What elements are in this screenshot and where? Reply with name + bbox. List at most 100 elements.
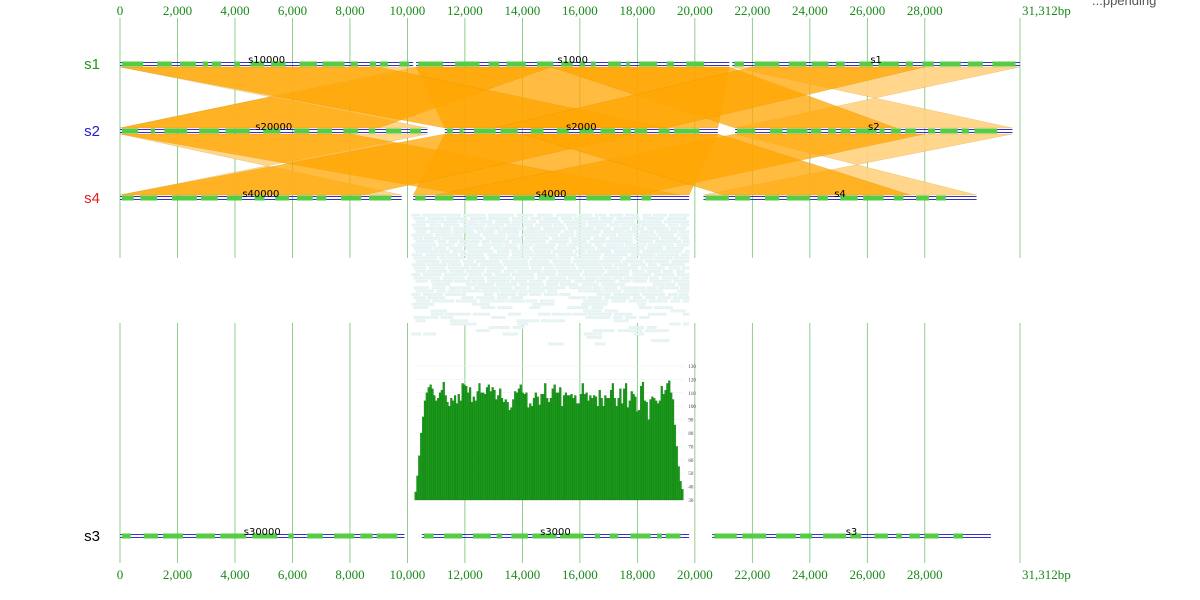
coverage-bar (455, 403, 459, 501)
read-segment (551, 312, 572, 316)
read-segment (436, 227, 451, 230)
gene-block (343, 128, 359, 134)
read-segment (625, 256, 638, 260)
read-segment (632, 269, 645, 273)
read-segment (578, 266, 603, 270)
read-segment (415, 230, 427, 234)
read-segment (426, 269, 448, 273)
gene-block (890, 128, 901, 134)
read-segment (613, 319, 629, 323)
read-segment (486, 269, 502, 273)
read-segment (582, 273, 603, 276)
contig-label: s20000 (255, 122, 292, 133)
coverage-bar (531, 406, 534, 501)
read-segment (530, 217, 542, 220)
axis-tick-label: 24,000 (792, 3, 828, 18)
gene-block (530, 128, 544, 134)
coverage-bar (544, 383, 547, 501)
gene-block (622, 128, 632, 134)
read-segment (486, 276, 513, 280)
coverage-bar (593, 395, 596, 501)
read-segment (679, 286, 690, 290)
coverage-bar (675, 446, 678, 501)
read-segment (430, 279, 453, 283)
read-segment (668, 293, 678, 296)
read-segment (614, 227, 630, 230)
coverage-bar (427, 387, 430, 501)
coverage-bar (591, 398, 594, 501)
coverage-bar (587, 400, 590, 501)
read-segment (521, 233, 547, 237)
gene-block (940, 128, 958, 134)
read-segment (653, 283, 665, 286)
read-segment (568, 286, 592, 290)
read-segment (415, 220, 438, 224)
axis-tick-label: 14,000 (505, 3, 541, 18)
read-segment (488, 217, 509, 220)
read-segment (653, 273, 675, 276)
read-segment (425, 253, 446, 257)
read-segment (473, 312, 491, 316)
axis-tick-label: 20,000 (677, 567, 713, 582)
read-segment (618, 246, 645, 250)
coverage-bar (538, 404, 541, 501)
read-segment (552, 250, 573, 253)
read-segment (578, 246, 595, 250)
gene-block (734, 61, 745, 67)
gene-block (961, 128, 969, 134)
read-segment (633, 296, 643, 300)
read-segment (599, 260, 621, 263)
read-segment (439, 250, 450, 253)
coverage-tick-label: 60 (688, 459, 694, 464)
read-segment (584, 269, 605, 273)
gene-block (811, 61, 829, 67)
read-segment (618, 279, 631, 283)
gene-block (916, 195, 930, 201)
read-segment (433, 246, 447, 250)
read-segment (459, 240, 480, 243)
read-segment (424, 236, 441, 240)
read-segment (606, 240, 633, 243)
read-segment (547, 233, 559, 237)
coverage-bar (457, 394, 460, 501)
comparative-genome-figure: s1 s10000 s1000 s1s2 s20000 s2000 s2s4 s40000 s4… (84, 3, 1071, 582)
gene-block (594, 533, 600, 539)
coverage-bar (615, 406, 618, 501)
read-segment (680, 253, 690, 257)
read-segment (567, 227, 595, 230)
coverage-bar (653, 398, 656, 501)
coverage-tick-label: 100 (688, 405, 696, 410)
read-segment (580, 302, 608, 306)
coverage-bar (515, 392, 519, 501)
coverage-bar (671, 399, 675, 501)
contig-label: s30000 (244, 527, 281, 538)
read-segment (572, 312, 587, 316)
read-segment (661, 276, 680, 280)
read-segment (677, 273, 690, 276)
axis-tick-label: 2,000 (163, 567, 192, 582)
read-segment (622, 260, 643, 263)
read-segment (413, 256, 438, 260)
gene-block (294, 128, 310, 134)
read-segment (578, 253, 602, 257)
read-segment (667, 217, 687, 220)
read-segment (431, 286, 446, 290)
read-segment (411, 332, 421, 336)
read-segment (531, 256, 558, 260)
read-pileup (411, 213, 690, 346)
read-segment (614, 312, 633, 316)
read-segment (563, 230, 575, 234)
gene-block (333, 533, 355, 539)
read-segment (556, 246, 577, 250)
read-segment (415, 319, 426, 323)
read-segment (574, 279, 595, 283)
coverage-bar (641, 381, 645, 501)
read-segment (657, 296, 672, 300)
read-segment (413, 286, 430, 290)
read-segment (544, 293, 558, 296)
gene-block (500, 128, 518, 134)
read-segment (625, 243, 647, 247)
read-segment (680, 236, 690, 240)
coverage-bar (645, 402, 648, 501)
read-segment (677, 233, 689, 237)
